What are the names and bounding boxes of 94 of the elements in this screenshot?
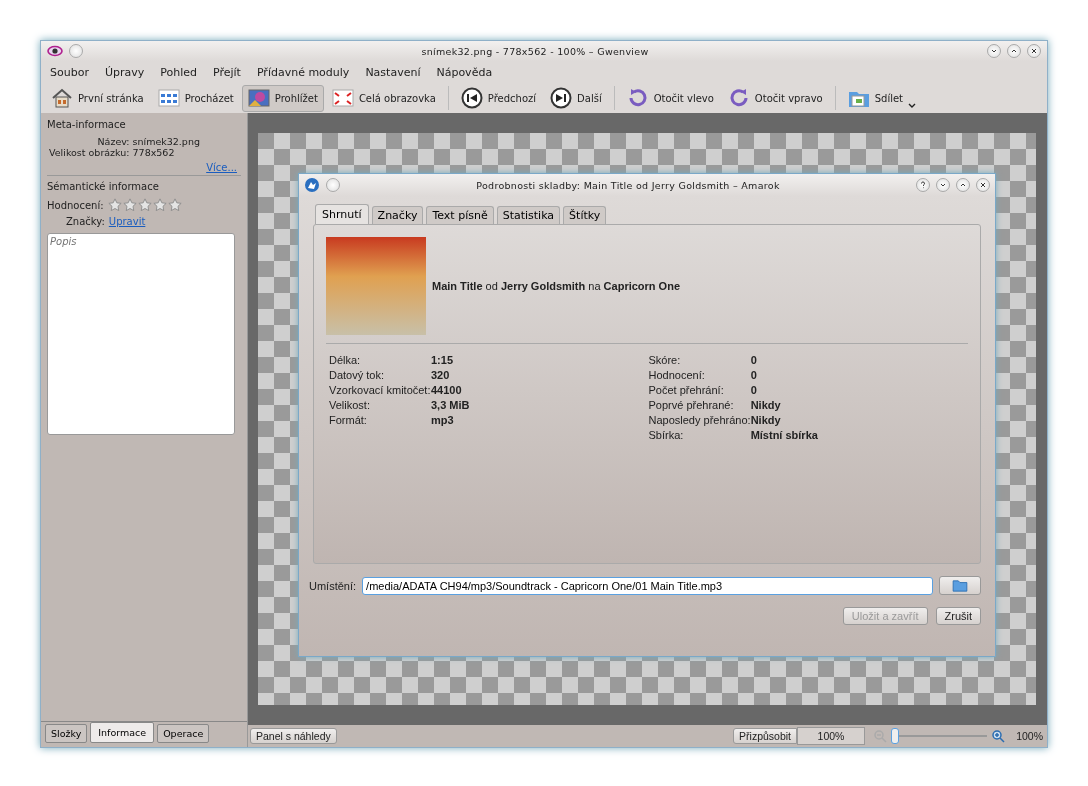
zoom-field[interactable]: 100%	[797, 727, 865, 745]
window-menu-button[interactable]	[69, 44, 83, 58]
location-field[interactable]: /media/ADATA CH94/mp3/Soundtrack - Capricorn One/01 Main Title.mp3	[362, 576, 933, 595]
menu-item[interactable]: Přídavné moduly	[256, 65, 350, 79]
picture-icon	[247, 87, 270, 109]
field-label: Skóre:	[648, 354, 682, 367]
fullscreen-icon	[331, 87, 354, 109]
eye-icon[interactable]	[47, 43, 63, 59]
toolbar-button[interactable]: Další	[544, 84, 608, 112]
star-icon[interactable]	[152, 198, 167, 212]
folder-icon	[952, 579, 968, 592]
field-value: 320	[431, 369, 451, 382]
minimize-button[interactable]	[987, 44, 1001, 58]
previous-icon	[460, 87, 483, 109]
track-summary: Main Title od Jerry Goldsmith na Capricorn One	[432, 280, 680, 292]
sidebar-tab[interactable]: Informace	[90, 722, 155, 743]
star-icon[interactable]	[137, 198, 152, 212]
star-icon[interactable]	[167, 198, 182, 212]
menu-item[interactable]: Pohled	[160, 65, 197, 79]
field-label: Délka:	[329, 354, 362, 367]
field-value: Nikdy	[750, 414, 782, 427]
zoom-slider[interactable]	[891, 728, 987, 744]
help-button[interactable]	[916, 178, 930, 192]
section-heading: Meta-informace	[47, 119, 127, 130]
close-button[interactable]	[1027, 44, 1041, 58]
toolbar-button[interactable]: Otočit vpravo	[721, 84, 829, 112]
house-icon	[51, 87, 73, 109]
field-label: Hodnocení:	[648, 369, 706, 382]
toolbar-button[interactable]: Celá obrazovka	[325, 84, 442, 112]
field-value: 0	[750, 354, 758, 367]
field-value: 0	[750, 384, 758, 397]
field-label: Velikost obrázku:	[49, 147, 130, 158]
field-label: Naposledy přehráno:	[648, 414, 751, 427]
zoom-in-icon[interactable]	[991, 729, 1005, 743]
field-value: 44100	[431, 384, 463, 397]
section-heading: Sémantické informace	[47, 181, 160, 192]
field-label: Vzorkovací kmitočet:	[329, 384, 431, 397]
field-label: Datový tok:	[329, 369, 386, 382]
field-label: Počet přehrání:	[648, 384, 725, 397]
menu-item[interactable]: Úpravy	[104, 65, 145, 79]
toolbar-button[interactable]: Předchozí	[454, 84, 543, 112]
slider-handle[interactable]	[891, 728, 899, 744]
toolbar-button[interactable]: Otočit vlevo	[620, 84, 720, 112]
menu-item[interactable]: Nápověda	[436, 65, 493, 79]
sidebar-tab[interactable]: Operace	[157, 724, 210, 743]
minimize-button[interactable]	[936, 178, 950, 192]
next-icon	[550, 87, 573, 109]
dialog-tab[interactable]: Štítky	[563, 206, 607, 224]
field-value: 0	[750, 369, 758, 382]
maximize-button[interactable]	[956, 178, 970, 192]
thumbnails-icon	[157, 87, 180, 109]
dialog-title: Podrobnosti skladby: Main Title od Jerry Goldsmith – Amarok	[475, 179, 781, 191]
menu-item[interactable]: Soubor	[50, 65, 89, 79]
field-label: Formát:	[329, 414, 368, 427]
browse-button[interactable]	[939, 576, 981, 595]
field-value: snímek32.png	[132, 136, 200, 147]
toolbar-button[interactable]: Prohlížet	[241, 84, 324, 112]
zoom-reading: 100%	[1015, 730, 1043, 742]
dialog-tab[interactable]: Shrnutí	[315, 204, 369, 224]
field-label: Velikost:	[329, 399, 371, 412]
location-label: Umístění:	[309, 579, 357, 592]
field-value: mp3	[431, 414, 455, 427]
star-rating[interactable]	[107, 198, 182, 212]
fit-button[interactable]: Přizpůsobit	[733, 728, 797, 744]
field-label: Poprvé přehrané:	[648, 399, 735, 412]
close-icon	[1029, 46, 1039, 56]
menu-item[interactable]: Nastavení	[365, 65, 421, 79]
toolbar-button[interactable]: Sdílet	[841, 84, 922, 112]
window-menu-button[interactable]	[326, 178, 340, 192]
close-button[interactable]	[976, 178, 990, 192]
dialog-tab[interactable]: Statistika	[496, 206, 561, 224]
toolbar-button[interactable]: První stránka	[45, 84, 150, 112]
field-value: Místní sbírka	[750, 429, 819, 442]
menu-item[interactable]: Přejít	[213, 65, 241, 79]
dialog-button[interactable]: Zrušit	[935, 607, 981, 625]
rating-label: Hodnocení:	[47, 199, 104, 211]
field-label: Sbírka:	[648, 429, 685, 442]
thumbnail-bar-button[interactable]: Panel s náhledy	[250, 728, 337, 744]
field-label: Název:	[96, 136, 130, 147]
star-icon[interactable]	[107, 198, 122, 212]
field-value: 3,3 MiB	[431, 399, 471, 412]
close-icon	[978, 180, 988, 190]
field-value: Nikdy	[750, 399, 782, 412]
tags-label: Značky:	[66, 216, 105, 227]
window-title: snímek32.png - 778x562 - 100% – Gwenview	[420, 45, 650, 57]
toolbar-button[interactable]: Procházet	[151, 84, 240, 112]
description-field[interactable]: Popis	[47, 233, 235, 435]
field-value: 778x562	[132, 147, 176, 158]
maximize-button[interactable]	[1007, 44, 1021, 58]
dialog-tab[interactable]: Značky	[371, 206, 424, 224]
star-icon[interactable]	[122, 198, 137, 212]
sidebar-tab[interactable]: Složky	[45, 724, 88, 743]
dialog-tab[interactable]: Text písně	[426, 206, 494, 224]
field-value: 1:15	[431, 354, 455, 367]
